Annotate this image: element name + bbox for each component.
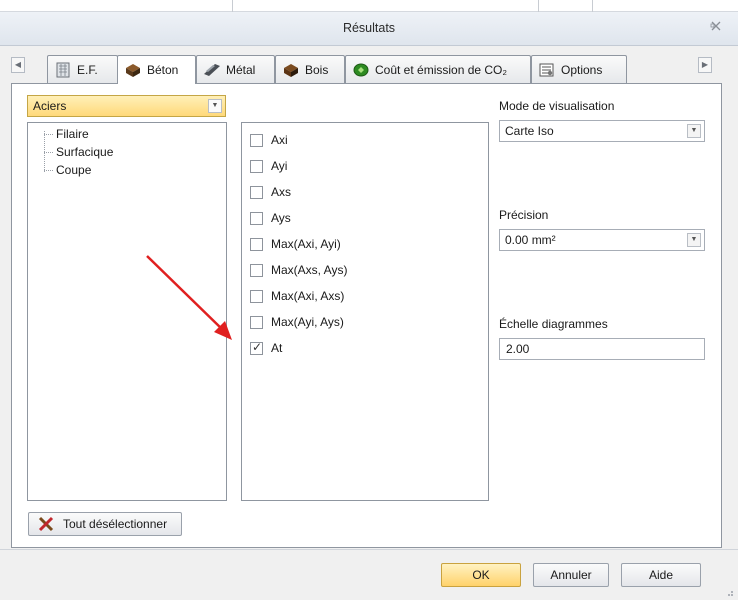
concrete-block-icon [124,62,142,78]
tab-label: Béton [147,63,179,77]
tab-beton[interactable]: Béton [117,55,196,84]
resize-grip-icon[interactable] [724,586,734,596]
annotation-arrow [146,255,232,340]
ok-button[interactable]: OK [441,563,521,587]
help-button[interactable]: Aide [621,563,701,587]
dialog-footer: OK Annuler Aide [0,549,738,600]
cancel-button[interactable]: Annuler [533,563,609,587]
